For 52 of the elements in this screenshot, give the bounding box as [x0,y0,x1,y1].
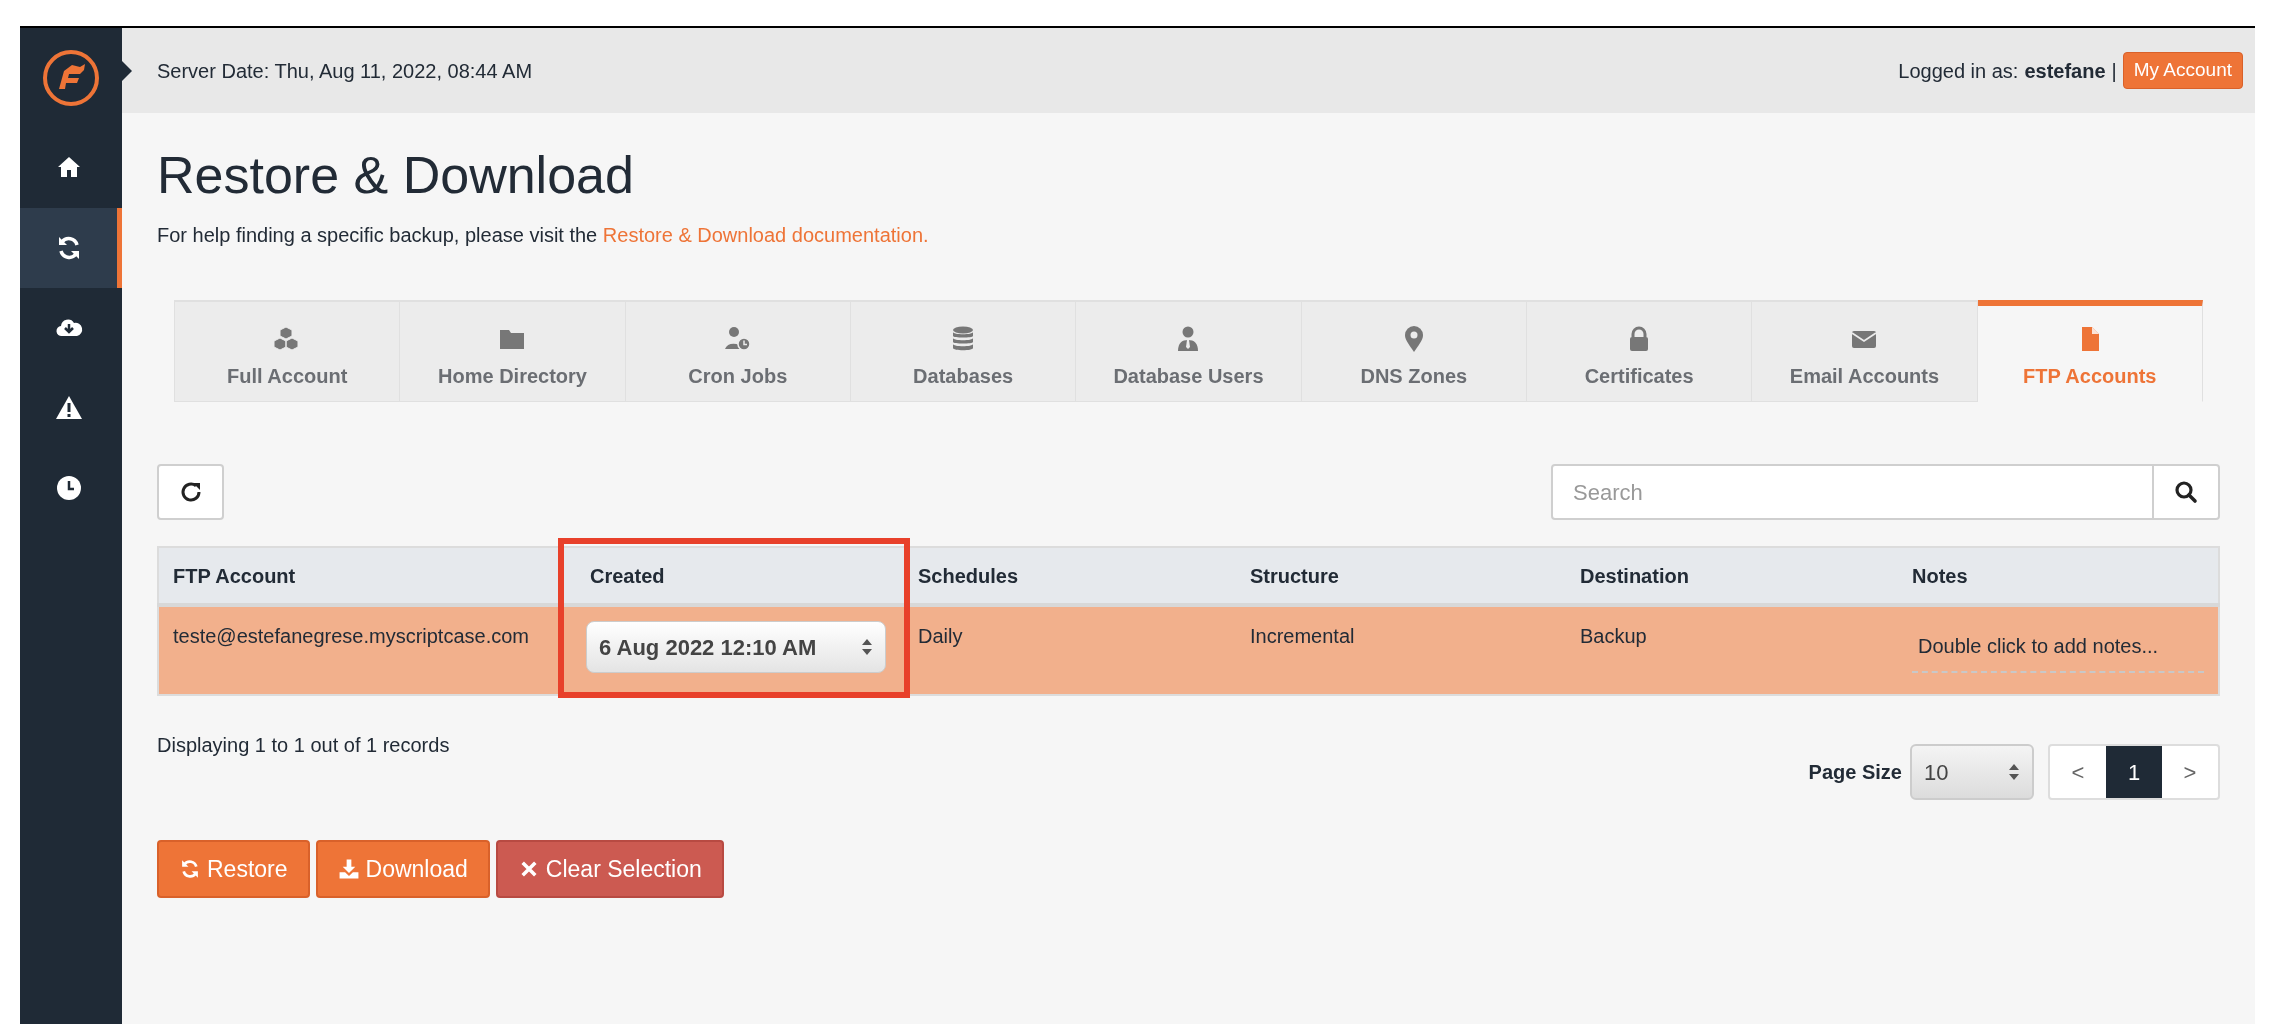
page-size-label: Page Size [1808,760,1902,785]
search-button[interactable] [2154,464,2220,520]
column-header: FTP Account [173,564,296,587]
column-header: Structure [1250,564,1339,587]
restore-button[interactable]: Restore [157,840,310,898]
page-button[interactable]: 1 [2106,746,2162,798]
next-page-button[interactable]: > [2162,746,2218,798]
server-date: Server Date: Thu, Aug 11, 2022, 08:44 AM [157,58,533,84]
previous-page-button[interactable]: < [2050,746,2106,798]
table-cell: Incremental [1250,625,1355,647]
table-cell: teste@estefanegrese.myscriptcase.com [173,625,529,647]
page-size-select[interactable]: 10 [1910,744,2034,800]
my-account-button[interactable]: My Account [2122,52,2243,89]
column-header: Schedules [918,564,1019,587]
tab[interactable]: Home Directory [400,300,626,402]
download-icon [337,858,360,880]
tab[interactable]: Full Account [175,300,401,402]
sort-caret-icon [861,638,873,656]
tab[interactable]: Certificates [1526,300,1753,402]
column-header: Created [590,564,665,587]
tab[interactable]: Databases [851,300,1077,402]
download-button[interactable]: Download [315,840,490,898]
date-select[interactable]: 6 Aug 2022 12:10 AM [586,621,886,673]
table-row[interactable]: teste@estefanegrese.myscriptcase.com 6 Aug 2022 12:10 AM Daily Incremental Backup Double click to add notes... [158,605,2219,695]
refresh-icon [178,480,203,504]
table-cell: Backup [1580,625,1647,647]
username: estefane [2024,58,2106,84]
search-icon [2174,480,2198,504]
user-clock-icon [723,325,752,353]
tab[interactable]: Database Users [1076,300,1302,402]
documentation-link[interactable]: Restore & Download documentation. [602,224,929,246]
logged-in-label: Logged in as: [1898,58,2019,84]
sort-caret-icon [2008,763,2020,781]
records-count: Displaying 1 to 1 out of 1 records [157,733,450,758]
tab[interactable]: Email Accounts [1752,300,1978,402]
table-cell: Daily [918,625,963,647]
sidebar-item[interactable] [20,208,122,288]
tab[interactable]: FTP Accounts [1977,300,2203,402]
logo-icon [42,49,100,107]
clear-button[interactable]: Clear Selection [495,840,724,898]
column-header: Destination [1580,564,1689,587]
help-text: For help finding a specific backup, please visit the Restore & Download documentation. [157,223,929,248]
separator: | [2111,58,2117,84]
sync-icon [179,858,201,880]
refresh-button[interactable] [157,464,224,520]
tab[interactable]: DNS Zones [1301,300,1527,402]
column-header: Notes [1912,564,1968,587]
tab[interactable]: Cron Jobs [625,300,851,402]
search-field[interactable]: Search [1551,464,2154,520]
warning-icon [53,394,84,422]
page-title: Restore & Download [157,145,634,206]
notes-field[interactable]: Double click to add notes... [1912,631,2204,673]
